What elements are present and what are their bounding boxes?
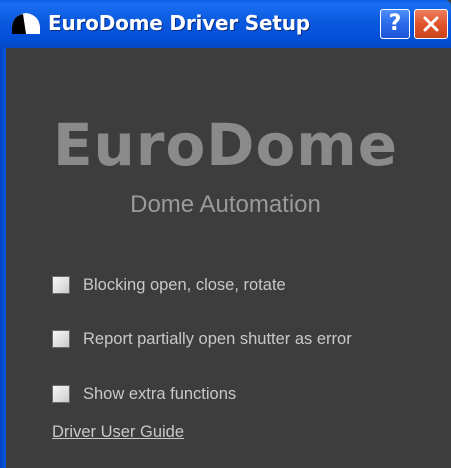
extra-functions-label[interactable]: Show extra functions — [83, 384, 236, 404]
dome-icon — [10, 11, 42, 35]
help-button[interactable]: ? — [380, 9, 410, 39]
title-bar[interactable]: EuroDome Driver Setup ? — [0, 0, 451, 48]
blocking-checkbox[interactable] — [52, 276, 70, 294]
extra-functions-checkbox[interactable] — [52, 385, 70, 403]
driver-user-guide-link[interactable]: Driver User Guide — [52, 422, 184, 442]
report-error-checkbox[interactable] — [52, 330, 70, 348]
app-title: EuroDome — [52, 111, 399, 179]
setup-dialog: EuroDome Driver Setup ? EuroDome Dome Au… — [0, 0, 451, 468]
blocking-label[interactable]: Blocking open, close, rotate — [83, 275, 286, 295]
app-subtitle: Dome Automation — [130, 191, 321, 218]
close-button[interactable] — [414, 9, 448, 39]
report-error-label[interactable]: Report partially open shutter as error — [83, 329, 352, 349]
window-title: EuroDome Driver Setup — [48, 11, 310, 35]
close-icon — [423, 16, 439, 32]
